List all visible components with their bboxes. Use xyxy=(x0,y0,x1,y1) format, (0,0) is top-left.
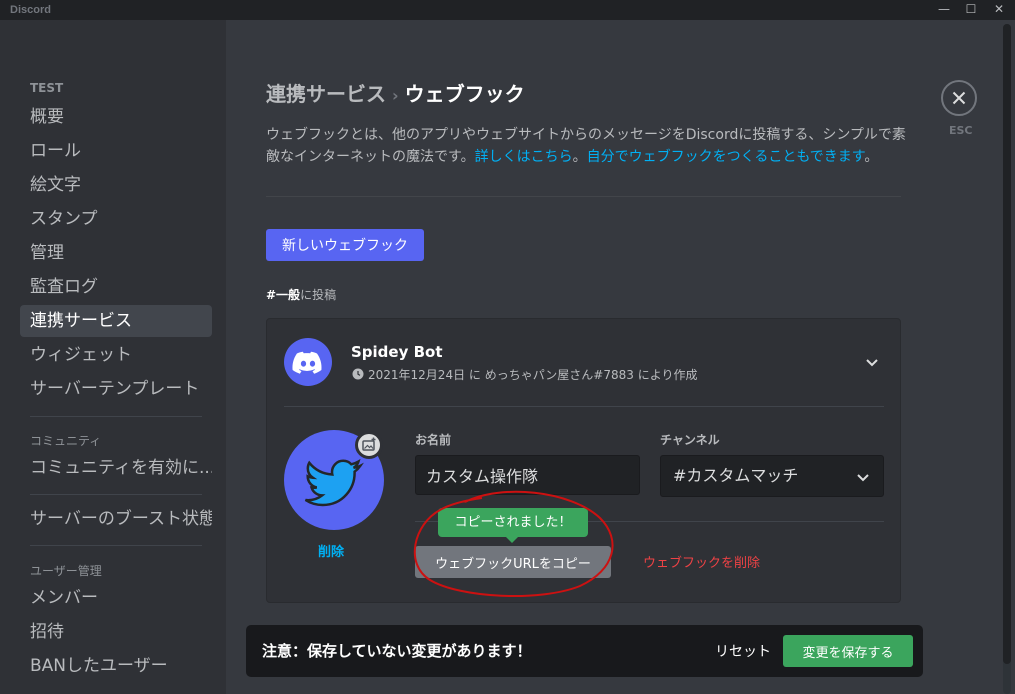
sidebar-item-emoji[interactable]: 絵文字 xyxy=(20,169,212,201)
scrollbar-thumb[interactable] xyxy=(1003,24,1011,664)
breadcrumb: 連携サービス › ウェブフック xyxy=(266,78,525,107)
breadcrumb-parent[interactable]: 連携サービス xyxy=(266,82,386,106)
community-section-title: コミュニティ xyxy=(30,434,102,448)
save-changes-button[interactable]: 変更を保存する xyxy=(783,635,913,667)
red-circle-annotation xyxy=(413,490,614,597)
esc-label: ESC xyxy=(949,124,973,137)
app-title: Discord xyxy=(10,4,51,16)
webhook-name: Spidey Bot xyxy=(351,343,443,361)
sidebar-item-roles[interactable]: ロール xyxy=(20,135,212,167)
sidebar-item-stickers[interactable]: スタンプ xyxy=(20,203,212,235)
post-channel-name: #一般 xyxy=(266,288,301,302)
build-webhook-link[interactable]: 自分でウェブフックをつくることもできます xyxy=(587,149,865,165)
sidebar-item-boost-status[interactable]: サーバーのブースト状態 xyxy=(20,503,212,535)
close-icon xyxy=(952,91,966,105)
server-section-title: TEST xyxy=(30,81,64,95)
page-description: ウェブフックとは、他のアプリやウェブサイトからのメッセージをDiscordに投稿… xyxy=(266,124,906,168)
sidebar-divider xyxy=(30,494,202,495)
discord-logo-icon xyxy=(292,351,322,374)
learn-more-link[interactable]: 詳しくはこちら xyxy=(475,149,573,165)
description-punct: 。 xyxy=(572,149,587,165)
channel-select[interactable]: #カスタムマッチ xyxy=(660,455,884,497)
sidebar-item-bans[interactable]: BANしたユーザー xyxy=(20,650,212,682)
page-title: ウェブフック xyxy=(404,82,525,106)
name-field-label: お名前 xyxy=(415,433,452,447)
clock-icon xyxy=(352,368,364,380)
new-webhook-button[interactable]: 新しいウェブフック xyxy=(266,229,424,261)
bot-avatar xyxy=(284,338,332,386)
sidebar-item-widget[interactable]: ウィジェット xyxy=(20,339,212,371)
close-settings-button[interactable] xyxy=(941,80,977,116)
breadcrumb-separator: › xyxy=(392,86,399,105)
sidebar-item-overview[interactable]: 概要 xyxy=(20,101,212,133)
window-titlebar: Discord — ☐ ✕ xyxy=(0,0,1015,20)
collapse-chevron-icon[interactable] xyxy=(862,352,882,372)
maximize-button[interactable]: ☐ xyxy=(957,0,985,20)
sidebar-divider xyxy=(30,545,202,546)
channel-field-label: チャンネル xyxy=(660,433,720,447)
webhook-created-text: 2021年12月24日 に めっちゃパン屋さん#7883 により作成 xyxy=(368,368,698,382)
sidebar-item-moderation[interactable]: 管理 xyxy=(20,237,212,269)
unsaved-changes-text: 注意：保存していない変更があります！ xyxy=(262,642,532,660)
sidebar-divider xyxy=(30,416,202,417)
remove-avatar-link[interactable]: 削除 xyxy=(318,541,344,560)
description-punct: 。 xyxy=(864,149,879,165)
post-label-suffix: に投稿 xyxy=(300,288,337,302)
sidebar-item-audit-log[interactable]: 監査ログ xyxy=(20,271,212,303)
minimize-button[interactable]: — xyxy=(930,0,958,20)
sidebar-item-enable-community[interactable]: コミュニティを有効に... xyxy=(20,452,212,484)
post-channel-label: #一般に投稿 xyxy=(266,286,336,303)
reset-button[interactable]: リセット xyxy=(708,636,778,666)
delete-webhook-button[interactable]: ウェブフックを削除 xyxy=(643,552,760,571)
sidebar-item-integrations[interactable]: 連携サービス xyxy=(20,305,212,337)
upload-image-icon[interactable] xyxy=(355,431,383,459)
sidebar-item-invites[interactable]: 招待 xyxy=(20,616,212,648)
sidebar-item-members[interactable]: メンバー xyxy=(20,582,212,614)
chevron-down-icon xyxy=(857,474,869,482)
content-divider xyxy=(266,196,901,197)
card-divider xyxy=(284,406,884,407)
close-window-button[interactable]: ✕ xyxy=(985,0,1013,20)
user-management-section-title: ユーザー管理 xyxy=(30,564,102,578)
channel-select-value: #カスタムマッチ xyxy=(673,466,799,485)
sidebar-item-server-template[interactable]: サーバーテンプレート xyxy=(20,373,212,405)
webhook-meta: 2021年12月24日 に めっちゃパン屋さん#7883 により作成 xyxy=(352,366,697,383)
